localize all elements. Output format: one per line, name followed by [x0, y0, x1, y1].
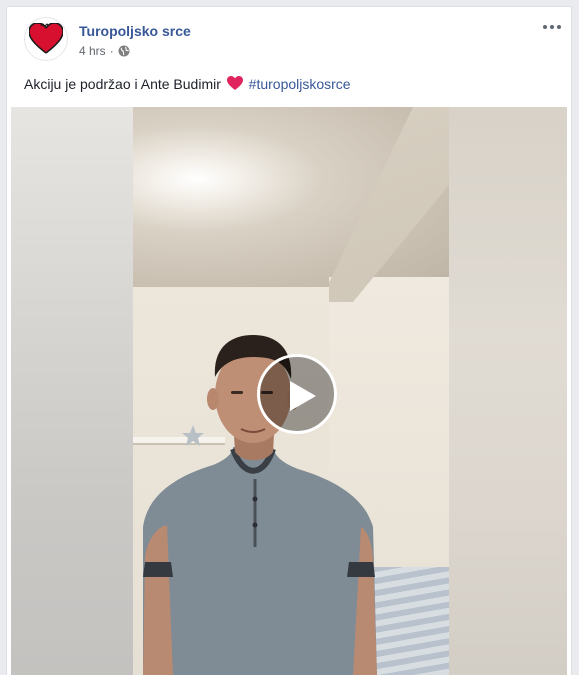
globe-icon[interactable] — [118, 45, 130, 57]
ellipsis-icon — [543, 25, 547, 29]
post-text-body: Akciju je podržao i Ante Budimir — [24, 76, 221, 92]
feed-post: Turopoljsko srce 4 hrs · Akciju je podrž… — [6, 6, 572, 675]
more-options-button[interactable] — [541, 19, 563, 35]
post-text: Akciju je podržao i Ante Budimir #turopo… — [24, 75, 559, 94]
play-button[interactable] — [257, 354, 337, 434]
page-avatar[interactable] — [24, 17, 68, 61]
page-name-link[interactable]: Turopoljsko srce — [79, 23, 191, 39]
hashtag-link[interactable]: #turopoljskosrce — [249, 76, 351, 92]
red-heart-icon — [226, 76, 243, 90]
post-timestamp[interactable]: 4 hrs — [79, 44, 106, 58]
play-icon — [290, 381, 316, 411]
video-player[interactable] — [11, 107, 567, 675]
post-meta: 4 hrs · — [79, 44, 130, 58]
heart-logo-icon — [29, 23, 63, 54]
video-blur-right — [449, 107, 567, 675]
meta-separator: · — [109, 44, 114, 58]
post-header: Turopoljsko srce 4 hrs · — [7, 7, 571, 67]
video-blur-left — [11, 107, 133, 675]
